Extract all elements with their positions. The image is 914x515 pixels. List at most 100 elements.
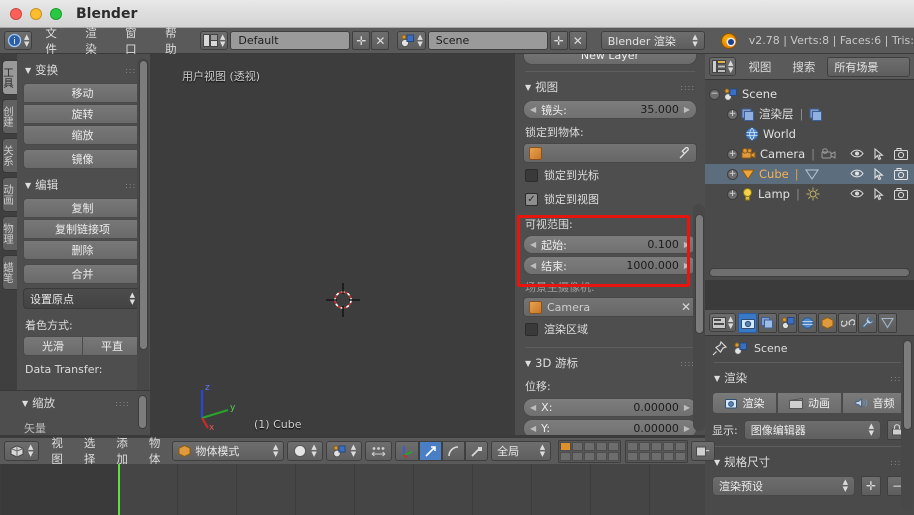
table-row[interactable]: + Lamp |: [705, 184, 914, 204]
layer-cell[interactable]: [596, 452, 607, 461]
tab-object[interactable]: [818, 313, 837, 333]
tab-render-layers[interactable]: [758, 313, 777, 333]
right-arrow-icon[interactable]: ▶: [684, 240, 690, 249]
render-camera-icon[interactable]: [894, 188, 908, 200]
maximize-window-button[interactable]: [50, 8, 62, 20]
eye-icon[interactable]: [850, 148, 864, 159]
lens-field[interactable]: ◀ 镜头: 35.000 ▶: [523, 100, 697, 119]
scene-icon-button[interactable]: ▲▼: [397, 31, 425, 50]
lock-to-cursor-checkbox[interactable]: [525, 169, 538, 182]
layer-cell[interactable]: [627, 442, 638, 451]
properties-scrollbar[interactable]: [903, 340, 912, 430]
viewport-menu-add[interactable]: 添加: [107, 435, 137, 467]
tab-object-data[interactable]: [878, 313, 897, 333]
render-border-checkbox[interactable]: [525, 323, 538, 336]
editor-type-info-button[interactable]: i ▲▼: [4, 31, 32, 50]
lock-to-object-field[interactable]: [523, 143, 697, 163]
layer-cell[interactable]: [663, 452, 674, 461]
left-arrow-icon[interactable]: ◀: [530, 240, 536, 249]
outliner-horizontal-scrollbar[interactable]: [709, 268, 910, 277]
viewport-menu-view[interactable]: 视图: [42, 435, 72, 467]
timeline-editor[interactable]: [0, 464, 705, 515]
layer-cell[interactable]: [608, 442, 619, 451]
layer-cell[interactable]: [584, 442, 595, 451]
tool-duplicate-linked-button[interactable]: 复制链接项: [23, 219, 142, 239]
translate-manipulator-button[interactable]: [419, 441, 442, 461]
layer-cell[interactable]: [627, 452, 638, 461]
render-preset-dropdown[interactable]: 渲染预设 ▲▼: [712, 476, 855, 496]
set-origin-dropdown[interactable]: 设置原点 ▲▼: [23, 288, 142, 309]
pin-icon[interactable]: [712, 341, 727, 356]
timeline-playhead[interactable]: [118, 464, 120, 515]
lock-to-view-row[interactable]: ✓ 锁定到视图: [523, 187, 697, 211]
scene-name-field[interactable]: Scene: [428, 31, 548, 50]
new-layer-button[interactable]: New Layer: [523, 54, 697, 65]
layer-cell[interactable]: [572, 452, 583, 461]
screen-layout-field[interactable]: Default: [230, 31, 350, 50]
editor-type-properties-button[interactable]: ▲▼: [709, 313, 736, 332]
tab-scene[interactable]: [778, 313, 797, 333]
expand-icon[interactable]: +: [727, 149, 738, 160]
eyedropper-icon[interactable]: [678, 147, 691, 160]
left-arrow-icon[interactable]: ◀: [530, 424, 536, 433]
right-arrow-icon[interactable]: ▶: [684, 261, 690, 270]
close-window-button[interactable]: [10, 8, 22, 20]
lock-to-view-checkbox[interactable]: ✓: [525, 193, 538, 206]
tool-mirror-button[interactable]: 镜像: [23, 149, 142, 169]
viewport-shading-dropdown[interactable]: ▲▼: [287, 441, 322, 461]
layer-cell[interactable]: [639, 452, 650, 461]
render-engine-dropdown[interactable]: Blender 渲染 ▲▼: [601, 31, 705, 50]
table-row[interactable]: + 渲染层 |: [705, 104, 914, 124]
expand-icon[interactable]: +: [727, 169, 738, 180]
scale-manipulator-button[interactable]: [465, 441, 488, 461]
layer-cell[interactable]: [651, 452, 662, 461]
outliner-menu-search[interactable]: 搜索: [783, 59, 824, 75]
panel-header-render[interactable]: ▼ 渲染 ::::: [712, 369, 907, 392]
layer-cell[interactable]: [639, 442, 650, 451]
right-arrow-icon[interactable]: ▶: [684, 403, 690, 412]
render-border-row[interactable]: 渲染区域: [523, 317, 697, 341]
3d-viewport[interactable]: 用户视图 (透视) z y x (1) Cube: [150, 54, 515, 435]
expand-icon[interactable]: +: [727, 189, 738, 200]
layer-cell[interactable]: [584, 452, 595, 461]
interaction-mode-dropdown[interactable]: 物体模式 ▲▼: [172, 441, 284, 461]
scene-camera-field[interactable]: Camera ✕: [523, 297, 697, 317]
cursor-y-field[interactable]: ◀ Y: 0.00000 ▶: [523, 419, 697, 435]
panel-header-transform[interactable]: ▼ 变换 ::::: [23, 58, 142, 83]
clip-end-field[interactable]: ◀ 结束: 1000.000 ▶: [523, 256, 697, 275]
table-row[interactable]: + Cube |: [705, 164, 914, 184]
layer-grid-top[interactable]: [558, 440, 621, 463]
left-arrow-icon[interactable]: ◀: [530, 261, 536, 270]
table-row[interactable]: − Scene: [705, 84, 914, 104]
tool-move-button[interactable]: 移动: [23, 83, 142, 103]
layer-cell[interactable]: [675, 442, 686, 451]
sidebar-item-physics[interactable]: 物理: [2, 216, 17, 251]
layer-cell[interactable]: [596, 442, 607, 451]
collapse-icon[interactable]: −: [709, 89, 720, 100]
transform-orientation-dropdown[interactable]: 全局 ▲▼: [491, 441, 551, 461]
eye-icon[interactable]: [850, 188, 864, 199]
layer-cell[interactable]: [651, 442, 662, 451]
add-preset-button[interactable]: ✛: [861, 476, 881, 496]
delete-layout-button[interactable]: ✕: [371, 31, 389, 50]
scale-panel-scrollbar[interactable]: [138, 395, 147, 429]
render-camera-icon[interactable]: [894, 168, 908, 180]
layer-cell[interactable]: [675, 452, 686, 461]
eye-icon[interactable]: [850, 168, 864, 179]
left-arrow-icon[interactable]: ◀: [530, 105, 536, 114]
sidebar-item-create[interactable]: 创建: [2, 99, 17, 134]
tab-render[interactable]: [738, 313, 757, 333]
left-arrow-icon[interactable]: ◀: [530, 403, 536, 412]
tool-rotate-button[interactable]: 旋转: [23, 104, 142, 124]
layer-cell[interactable]: [560, 442, 571, 451]
shade-smooth-button[interactable]: 光滑: [23, 336, 83, 356]
tool-scale-button[interactable]: 缩放: [23, 125, 142, 145]
shade-flat-button[interactable]: 平直: [83, 336, 142, 356]
delete-scene-button[interactable]: ✕: [569, 31, 587, 50]
minimize-window-button[interactable]: [30, 8, 42, 20]
layer-cell[interactable]: [663, 442, 674, 451]
panel-header-edit[interactable]: ▼ 编辑 ::::: [23, 173, 142, 198]
panel-header-view[interactable]: ▼ 视图 ::::: [523, 78, 697, 100]
table-row[interactable]: + Camera |: [705, 144, 914, 164]
tool-join-button[interactable]: 合并: [23, 264, 142, 284]
